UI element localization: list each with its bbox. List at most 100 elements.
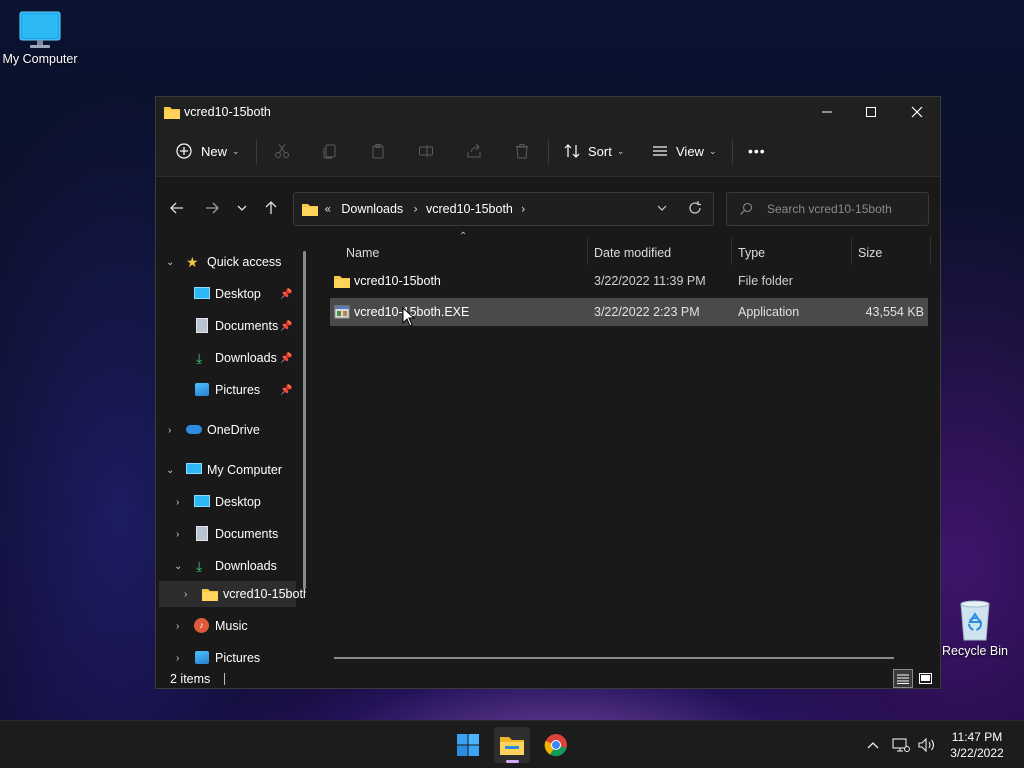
nav-onedrive[interactable]: › OneDrive — [156, 417, 306, 443]
desktop-icon — [194, 287, 210, 299]
column-header-name[interactable]: Name — [330, 239, 586, 267]
sort-button[interactable]: Sort ⌄ — [564, 135, 624, 167]
music-icon: ♪ — [194, 618, 209, 633]
download-arrow-icon: ⤓ — [196, 349, 203, 366]
refresh-button[interactable] — [688, 201, 702, 218]
new-button[interactable]: New ⌄ — [176, 135, 240, 167]
nav-downloads-vcred10-15both[interactable]: › vcred10-15both — [159, 581, 306, 607]
maximize-button[interactable] — [848, 97, 894, 127]
nav-qa-downloads[interactable]: ⤓ Downloads 📌 — [156, 345, 306, 371]
nav-label: Music — [215, 619, 248, 633]
close-button[interactable] — [894, 97, 940, 127]
taskbar-file-explorer[interactable] — [494, 727, 530, 763]
chevron-down-icon[interactable]: ⌄ — [166, 257, 174, 268]
table-row[interactable]: vcred10-15both.EXE 3/22/2022 2:23 PM App… — [330, 298, 928, 326]
breadcrumb-separator[interactable]: › — [413, 202, 418, 216]
breadcrumb-current-folder[interactable]: vcred10-15both — [426, 202, 513, 216]
windows-logo-icon — [457, 734, 479, 756]
column-header-type[interactable]: Type — [732, 239, 850, 267]
toolbar-divider — [548, 139, 549, 165]
documents-icon — [196, 318, 208, 333]
breadcrumb-downloads[interactable]: Downloads — [341, 202, 403, 216]
chevron-right-icon[interactable]: › — [176, 529, 179, 540]
rename-button[interactable] — [418, 135, 434, 167]
show-hidden-icons-button[interactable] — [866, 721, 880, 768]
horizontal-scrollbar[interactable] — [334, 657, 894, 659]
nav-my-computer[interactable]: ⌄ My Computer — [156, 457, 306, 483]
chevron-right-icon[interactable]: › — [176, 653, 179, 664]
nav-qa-documents[interactable]: Documents 📌 — [156, 313, 306, 339]
taskbar-clock[interactable]: 11:47 PM 3/22/2022 — [944, 729, 1010, 761]
chevron-right-icon[interactable]: › — [176, 621, 179, 632]
search-box[interactable]: Search vcred10-15both — [726, 192, 929, 226]
rename-icon — [419, 145, 433, 157]
table-row[interactable]: vcred10-15both 3/22/2022 11:39 PM File f… — [330, 267, 928, 295]
status-divider — [224, 672, 226, 685]
copy-button[interactable] — [322, 135, 338, 167]
pin-icon: 📌 — [280, 320, 293, 332]
pin-icon: 📌 — [280, 352, 293, 364]
share-button[interactable] — [466, 135, 482, 167]
nav-mc-documents[interactable]: › Documents — [156, 521, 306, 547]
chevron-down-icon[interactable]: ⌄ — [174, 561, 182, 572]
details-view-button[interactable] — [893, 669, 913, 688]
breadcrumb-separator[interactable]: › — [521, 202, 526, 216]
desktop-icon-my-computer[interactable]: My Computer — [0, 10, 80, 66]
tiles-view-button[interactable] — [915, 669, 935, 688]
cut-button[interactable] — [274, 135, 290, 167]
file-list: ⌃ Name Date modified Type Size vcred10-1… — [316, 231, 940, 666]
folder-icon — [334, 267, 350, 295]
chevron-right-icon[interactable]: › — [184, 589, 187, 600]
back-button[interactable] — [167, 198, 187, 218]
nav-label: Pictures — [215, 383, 261, 397]
column-divider[interactable] — [930, 237, 931, 265]
chevron-down-icon[interactable]: ⌄ — [166, 465, 174, 476]
nav-qa-desktop[interactable]: Desktop 📌 — [156, 281, 306, 307]
clock-date: 3/22/2022 — [950, 746, 1004, 760]
desktop-icon-recycle-bin[interactable]: Recycle Bin — [935, 598, 1015, 658]
network-button[interactable] — [892, 721, 910, 768]
nav-label: Pictures — [215, 651, 261, 665]
refresh-icon — [689, 201, 701, 214]
navigation-scrollbar[interactable] — [303, 251, 306, 589]
column-label: Date modified — [594, 246, 672, 260]
chevron-down-icon — [657, 205, 667, 211]
nav-mc-pictures[interactable]: › Pictures — [156, 645, 306, 666]
nav-label: OneDrive — [207, 423, 260, 437]
column-header-date-modified[interactable]: Date modified — [588, 239, 730, 267]
nav-quick-access[interactable]: ⌄ ★ Quick access — [156, 249, 306, 275]
nav-mc-music[interactable]: › ♪ Music — [156, 613, 306, 639]
pin-icon: 📌 — [280, 288, 293, 300]
desktop-icon-label: Recycle Bin — [942, 644, 1008, 658]
search-input[interactable]: Search vcred10-15both — [767, 202, 892, 216]
view-button[interactable]: View ⌄ — [652, 135, 717, 167]
address-bar[interactable]: « Downloads › vcred10-15both › — [293, 192, 714, 226]
column-header-size[interactable]: Size — [852, 239, 928, 267]
up-button[interactable] — [261, 198, 281, 218]
documents-icon — [196, 526, 208, 541]
address-overflow[interactable]: « — [324, 202, 331, 216]
forward-button[interactable] — [202, 198, 222, 218]
tiles-view-icon — [918, 673, 932, 684]
address-history-button[interactable] — [656, 202, 668, 217]
volume-button[interactable] — [918, 721, 936, 768]
recent-locations-button[interactable] — [232, 198, 252, 218]
view-label: View — [676, 143, 704, 159]
title-bar[interactable]: vcred10-15both — [156, 97, 940, 127]
taskbar-chrome[interactable] — [538, 727, 574, 763]
minimize-button[interactable] — [804, 97, 850, 127]
share-icon — [467, 143, 481, 158]
view-list-icon — [653, 146, 667, 156]
column-label: Name — [346, 246, 380, 260]
nav-mc-desktop[interactable]: › Desktop — [156, 489, 306, 515]
more-options-button[interactable]: ••• — [748, 135, 766, 167]
desktop-icon-label: My Computer — [2, 52, 78, 66]
start-button[interactable] — [450, 727, 486, 763]
paste-button[interactable] — [370, 135, 386, 167]
chevron-right-icon[interactable]: › — [176, 497, 179, 508]
nav-qa-pictures[interactable]: Pictures 📌 — [156, 377, 306, 403]
nav-mc-downloads[interactable]: ⌄ ⤓ Downloads — [156, 553, 306, 579]
delete-button[interactable] — [514, 135, 530, 167]
more-options-icon: ••• — [748, 143, 766, 159]
chevron-right-icon[interactable]: › — [168, 425, 171, 436]
